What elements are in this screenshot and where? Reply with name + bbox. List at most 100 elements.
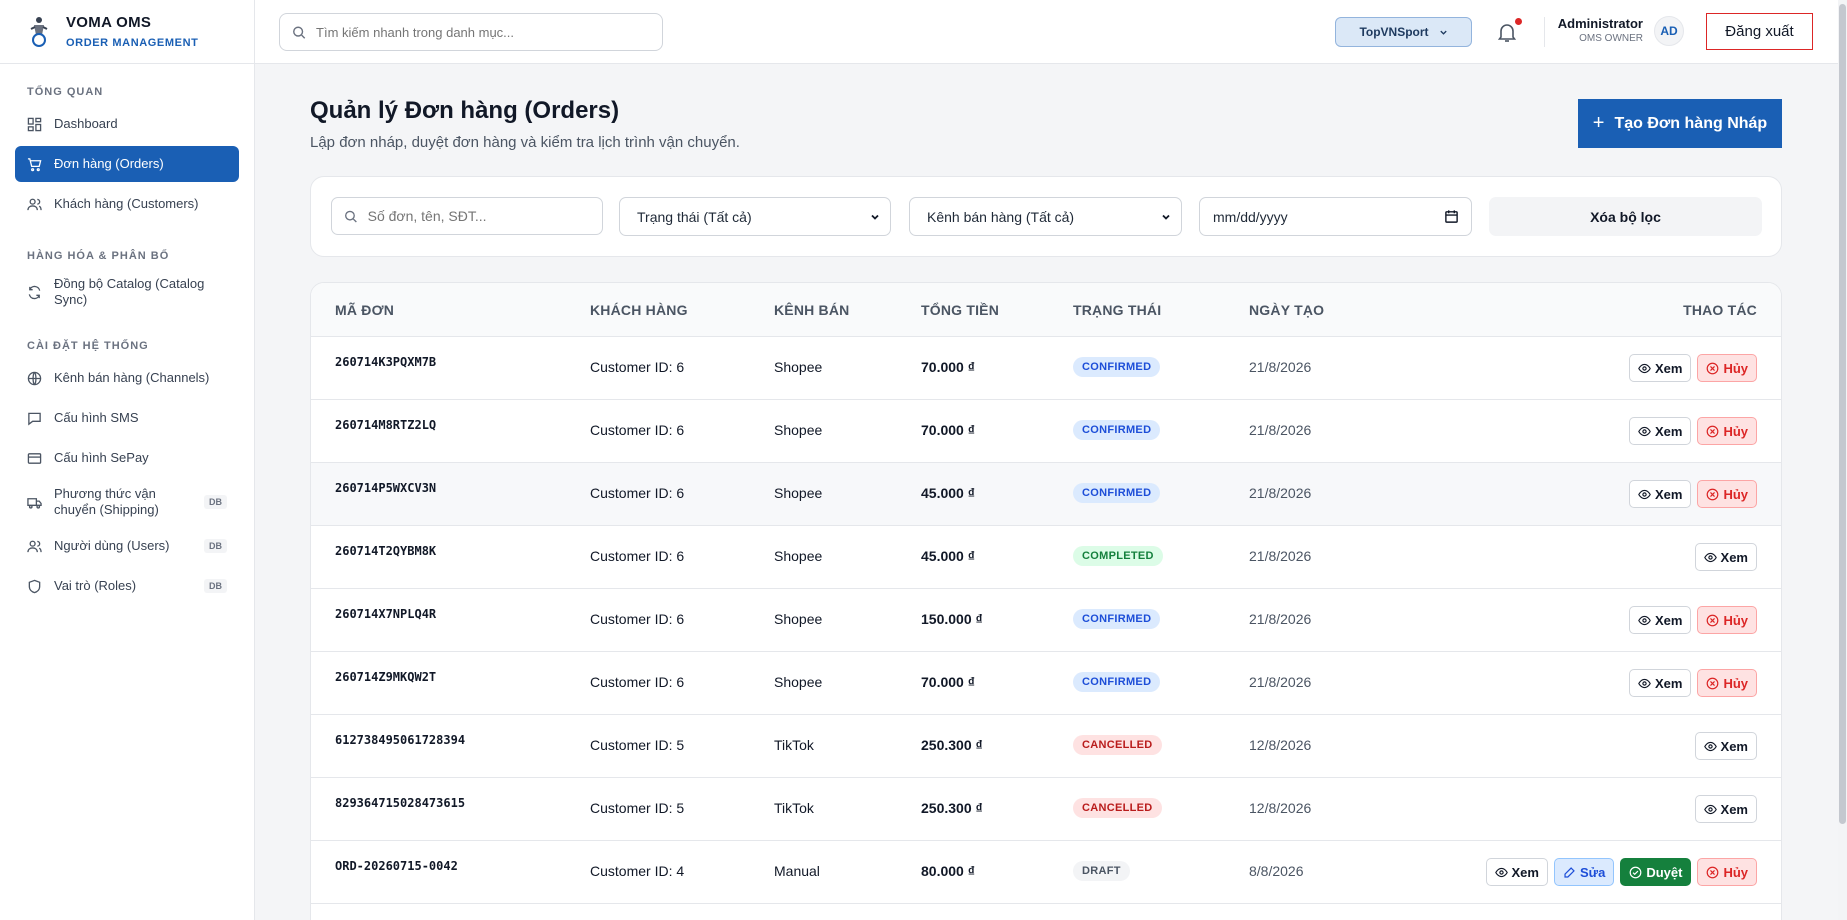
view-order-button[interactable]: Xem [1628, 669, 1692, 697]
th-channel: KÊNH BÁN [774, 302, 850, 318]
sync-icon [28, 285, 41, 299]
view-order-button[interactable]: Xem [1694, 732, 1757, 760]
card-icon [27, 452, 42, 464]
status-badge: CANCELLED [1073, 735, 1162, 755]
sidebar-item-sepay[interactable]: Cấu hình SePay [15, 440, 239, 476]
sidebar-item-label: Người dùng (Users) [54, 538, 170, 553]
order-id[interactable]: 260714X7NPLQ4R [335, 607, 436, 621]
table-row[interactable]: 260714Z9MKQW2T Customer ID: 6 Shopee 70.000… [311, 652, 1781, 715]
eye-icon [1638, 489, 1651, 499]
th-customer: KHÁCH HÀNG [590, 302, 688, 318]
eye-icon [1494, 867, 1508, 877]
table-row[interactable]: 260714T2QYBM8K Customer ID: 6 Shopee 45.000… [311, 526, 1781, 589]
date-filter-input[interactable]: mm/dd/yyyy [1199, 197, 1472, 236]
order-total: 45.000 ₫ [921, 485, 975, 501]
channel: Shopee [774, 674, 823, 690]
global-search-input[interactable] [316, 24, 662, 40]
sidebar-item-users[interactable]: Người dùng (Users) DB [15, 528, 239, 564]
order-search-input[interactable] [367, 208, 602, 224]
sidebar-item-sms[interactable]: Cấu hình SMS [15, 400, 239, 436]
global-search[interactable] [279, 13, 663, 51]
row-actions: Xem Sửa Duyệt Hủy [1485, 858, 1757, 886]
avatar[interactable]: AD [1654, 16, 1684, 46]
shop-selector[interactable]: TopVNSport [1335, 17, 1472, 47]
table-row[interactable]: 260714M8RTZ2LQ Customer ID: 6 Shopee 70.000… [311, 400, 1781, 463]
table-row[interactable]: 260714K3PQXM7B Customer ID: 6 Shopee 70.000… [311, 337, 1781, 400]
sidebar-item-roles[interactable]: Vai trò (Roles) DB [15, 568, 239, 604]
orders-table: MÃ ĐƠN KHÁCH HÀNG KÊNH BÁN TỔNG TIỀN TRẠ… [310, 282, 1782, 920]
sidebar-item-label: Cấu hình SMS [54, 410, 139, 425]
sidebar-item-customers[interactable]: Khách hàng (Customers) [15, 186, 239, 222]
status-filter-select[interactable]: Trạng thái (Tất cả) [619, 197, 891, 236]
approve-order-button[interactable]: Duyệt [1620, 858, 1692, 886]
logout-button[interactable]: Đăng xuất [1706, 13, 1813, 50]
channel-filter-select[interactable]: Kênh bán hàng (Tất cả) [909, 197, 1182, 236]
view-order-button[interactable]: Xem [1628, 417, 1692, 445]
table-row[interactable]: 260714X7NPLQ4R Customer ID: 6 Shopee 150.00… [311, 589, 1781, 652]
date-filter-placeholder: mm/dd/yyyy [1213, 208, 1288, 225]
sidebar-item-channels[interactable]: Kênh bán hàng (Channels) [15, 360, 239, 396]
sidebar-item-catalog-sync[interactable]: Đồng bộ Catalog (Catalog Sync) [15, 270, 239, 314]
page-subtitle: Lập đơn nháp, duyệt đơn hàng và kiểm tra… [310, 134, 740, 151]
brand[interactable]: VOMA OMS ORDER MANAGEMENT [0, 0, 254, 64]
channel: Shopee [774, 422, 823, 438]
cart-icon [27, 157, 42, 171]
view-order-button[interactable]: Xem [1628, 606, 1692, 634]
view-order-button[interactable]: Xem [1694, 543, 1757, 571]
order-search[interactable] [331, 197, 603, 235]
x-circle-icon [1707, 488, 1719, 500]
view-order-button[interactable]: Xem [1628, 354, 1692, 382]
order-id[interactable]: 829364715028473615 [335, 796, 465, 810]
customer: Customer ID: 6 [590, 422, 685, 438]
sidebar-item-dashboard[interactable]: Dashboard [15, 106, 239, 142]
cancel-order-button[interactable]: Hủy [1697, 480, 1757, 508]
order-total: 70.000 ₫ [921, 674, 975, 690]
order-id[interactable]: 260714Z9MKQW2T [335, 670, 436, 684]
order-total: 250.300 ₫ [921, 737, 983, 753]
view-label: Xem [1720, 801, 1748, 817]
order-total: 150.000 ₫ [921, 611, 983, 627]
cancel-label: Hủy [1723, 486, 1748, 502]
table-row[interactable]: 260714P5WXCV3N Customer ID: 6 Shopee 45.000… [311, 463, 1781, 526]
order-id[interactable]: 260714M8RTZ2LQ [335, 418, 436, 432]
cancel-order-button[interactable]: Hủy [1697, 417, 1757, 445]
order-id[interactable]: 260714K3PQXM7B [335, 355, 436, 369]
order-id[interactable]: 260714T2QYBM8K [335, 544, 436, 558]
order-id[interactable]: 260714P5WXCV3N [335, 481, 436, 495]
cancel-order-button[interactable]: Hủy [1697, 354, 1757, 382]
chevron-down-icon [1439, 30, 1447, 35]
edit-order-button[interactable]: Sửa [1553, 858, 1615, 886]
view-order-button[interactable]: Xem [1694, 795, 1757, 823]
view-order-button[interactable]: Xem [1628, 480, 1692, 508]
cancel-order-button[interactable]: Hủy [1697, 606, 1757, 634]
scrollbar[interactable] [1838, 0, 1847, 920]
channel: TikTok [774, 737, 814, 753]
created-date: 8/8/2026 [1249, 863, 1304, 879]
view-label: Xem [1511, 864, 1539, 880]
row-actions: Xem Hủy [1628, 354, 1757, 382]
create-draft-order-button[interactable]: + Tạo Đơn hàng Nháp [1578, 99, 1782, 148]
approve-label: Duyệt [1646, 864, 1683, 880]
table-row[interactable]: 612738495061728394 Customer ID: 5 TikTok 25… [311, 715, 1781, 778]
logo-icon [30, 16, 48, 47]
dashboard-icon [27, 117, 42, 131]
sidebar-item-label: Dashboard [54, 116, 118, 131]
table-row[interactable]: 829364715028473615 Customer ID: 5 TikTok 25… [311, 778, 1781, 841]
table-row[interactable]: ORD-20260715-0042 Customer ID: 4 Manual 80.… [311, 841, 1781, 904]
sidebar-item-shipping[interactable]: Phương thức vận chuyển (Shipping) DB [15, 480, 239, 524]
status-badge: CONFIRMED [1073, 357, 1161, 377]
status-badge: CONFIRMED [1073, 483, 1161, 503]
scrollbar-thumb[interactable] [1839, 4, 1846, 824]
order-total: 70.000 ₫ [921, 422, 975, 438]
order-id[interactable]: ORD-20260715-0042 [335, 859, 458, 873]
sidebar-item-orders[interactable]: Đơn hàng (Orders) [15, 146, 239, 182]
view-order-button[interactable]: Xem [1485, 858, 1548, 886]
order-id[interactable]: 612738495061728394 [335, 733, 465, 747]
clear-filters-button[interactable]: Xóa bộ lọc [1489, 197, 1762, 236]
cancel-label: Hủy [1723, 864, 1748, 880]
created-date: 21/8/2026 [1249, 422, 1312, 438]
filter-bar: Trạng thái (Tất cả) Kênh bán hàng (Tất c… [310, 176, 1782, 257]
cancel-order-button[interactable]: Hủy [1697, 858, 1757, 886]
cancel-order-button[interactable]: Hủy [1697, 669, 1757, 697]
calendar-icon [1445, 210, 1458, 223]
